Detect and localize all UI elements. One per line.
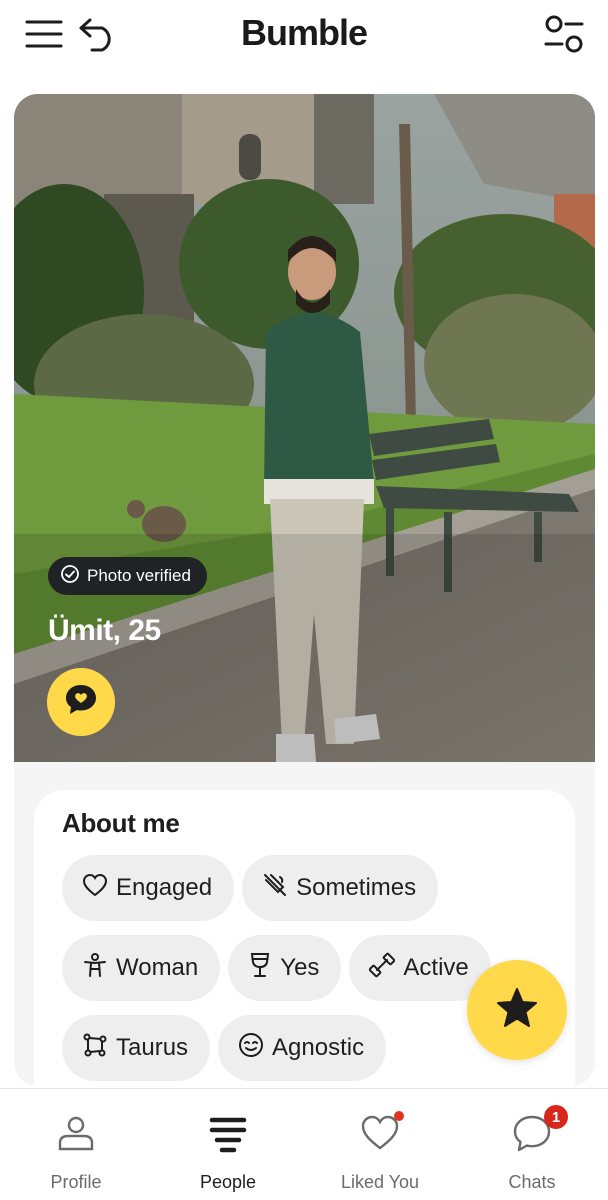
nav-chats[interactable]: 1 Chats bbox=[456, 1089, 608, 1200]
nav-label: Liked You bbox=[340, 1172, 420, 1192]
verified-check-icon bbox=[60, 564, 80, 589]
compliment-button[interactable] bbox=[47, 668, 115, 736]
chip-label: Engaged bbox=[116, 874, 213, 901]
smiley-icon bbox=[238, 1032, 264, 1065]
heart-icon bbox=[360, 1113, 400, 1158]
chip-label: Woman bbox=[116, 954, 199, 981]
wine-glass-icon bbox=[248, 952, 272, 985]
nav-label: People bbox=[199, 1172, 257, 1192]
unread-badge: 1 bbox=[544, 1105, 568, 1129]
profile-name-age: Ümit, 25 bbox=[48, 614, 161, 647]
heart-outline-icon bbox=[82, 873, 108, 904]
filter-icon[interactable] bbox=[544, 14, 584, 54]
person-icon bbox=[56, 1113, 96, 1158]
nav-liked-you[interactable]: Liked You bbox=[304, 1089, 456, 1200]
superswipe-button[interactable] bbox=[467, 960, 567, 1060]
bottom-nav: Profile People Liked You 1 Chats bbox=[0, 1088, 608, 1200]
person-icon bbox=[82, 952, 108, 985]
nav-label: Profile bbox=[50, 1172, 102, 1192]
chat-heart-icon bbox=[63, 683, 99, 722]
stack-icon bbox=[208, 1113, 248, 1158]
no-smoking-icon bbox=[262, 872, 288, 905]
photo-verified-badge[interactable]: Photo verified bbox=[48, 557, 207, 595]
nav-people[interactable]: People bbox=[152, 1089, 304, 1200]
top-bar: Bumble bbox=[0, 0, 608, 72]
notification-dot bbox=[394, 1111, 404, 1121]
chip-drinking: Yes bbox=[228, 935, 342, 1001]
about-me-heading: About me bbox=[62, 808, 180, 838]
chip-label: Agnostic bbox=[272, 1034, 365, 1061]
chip-star-sign: Taurus bbox=[62, 1015, 211, 1081]
profile-card[interactable]: Photo verified Ümit, 25 About me Engaged… bbox=[14, 94, 595, 1086]
chip-label: Yes bbox=[280, 954, 320, 981]
star-icon bbox=[494, 986, 540, 1035]
chip-label: Sometimes bbox=[296, 874, 417, 901]
chip-relationship: Engaged bbox=[62, 855, 235, 921]
profile-photo[interactable] bbox=[14, 94, 595, 762]
nav-profile[interactable]: Profile bbox=[0, 1089, 152, 1200]
chip-religion: Agnostic bbox=[218, 1015, 387, 1081]
chip-label: Active bbox=[403, 954, 469, 981]
chip-gender: Woman bbox=[62, 935, 221, 1001]
nav-label: Chats bbox=[508, 1172, 556, 1192]
verified-label: Photo verified bbox=[87, 566, 191, 585]
dumbbell-icon bbox=[369, 952, 396, 985]
chip-label: Taurus bbox=[116, 1034, 189, 1061]
chip-smoking: Sometimes bbox=[242, 855, 439, 921]
constellation-icon bbox=[82, 1032, 108, 1065]
app-logo: Bumble bbox=[240, 12, 368, 53]
